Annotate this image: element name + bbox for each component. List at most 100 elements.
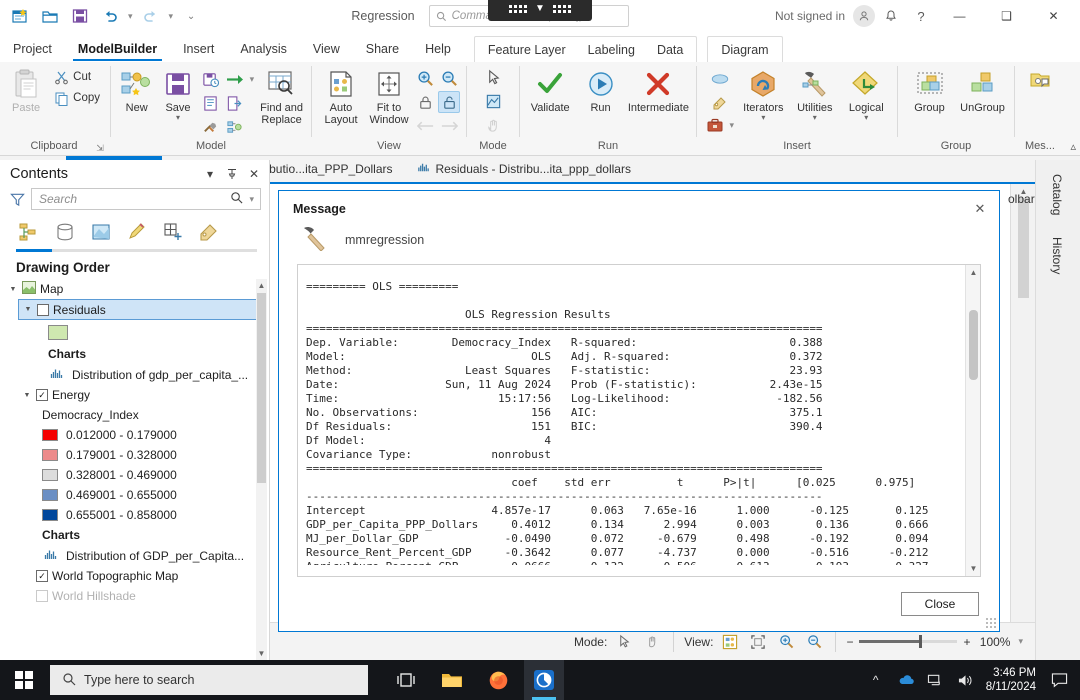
list-by-selection-icon[interactable] — [88, 219, 114, 245]
ribbon-tab-insert[interactable]: Insert — [170, 38, 227, 62]
cut-button[interactable]: Cut — [50, 67, 104, 87]
undo-dropdown-icon[interactable]: ▾ — [126, 11, 135, 22]
view-tab-residuals-chart[interactable]: Residuals - Distribu...ita_ppp_dollars — [405, 156, 643, 182]
pan-hand-icon[interactable] — [641, 631, 663, 653]
ribbon-tab-data[interactable]: Data — [646, 40, 694, 62]
search-icon[interactable] — [230, 191, 243, 207]
find-and-replace-button[interactable]: Find and Replace — [258, 66, 305, 128]
collapse-icon[interactable]: ▾ — [201, 165, 219, 183]
start-button[interactable] — [0, 660, 48, 700]
redo-dropdown-icon[interactable]: ▾ — [167, 11, 176, 22]
unlock-icon[interactable] — [438, 91, 460, 113]
filter-funnel-icon[interactable] — [8, 192, 26, 207]
scrollbar-thumb[interactable] — [969, 310, 978, 380]
copy-button[interactable]: Copy — [50, 88, 104, 108]
variable-icon[interactable] — [709, 68, 731, 90]
pan-hand-icon[interactable] — [482, 114, 504, 136]
clipboard-dialog-launcher[interactable]: ⇲ — [94, 142, 106, 154]
avatar[interactable] — [853, 5, 875, 27]
ribbon-tab-diagram[interactable]: Diagram — [710, 40, 779, 62]
run-button[interactable]: Run — [576, 66, 624, 116]
expand-triangle-icon[interactable]: ▼ — [22, 392, 32, 399]
ribbon-tab-feature-layer[interactable]: Feature Layer — [477, 40, 577, 62]
insert-dropdown-icon[interactable]: ▾ — [728, 120, 737, 131]
messages-icon[interactable] — [1027, 68, 1053, 94]
tree-item-basemap[interactable]: ✓ World Topographic Map — [18, 566, 269, 586]
scroll-up-icon[interactable]: ▲ — [966, 265, 981, 280]
taskbar-clock[interactable]: 3:46 PM 8/11/2024 — [986, 666, 1036, 694]
select-pointer-icon[interactable] — [482, 66, 504, 88]
utilities-dropdown-icon[interactable]: ▾ — [813, 114, 817, 121]
ribbon-tab-labeling[interactable]: Labeling — [577, 40, 646, 62]
intermediate-button[interactable]: Intermediate — [627, 66, 690, 116]
back-arrow-icon[interactable] — [414, 115, 436, 137]
layer-visibility-checkbox[interactable] — [36, 590, 48, 602]
save-model-button[interactable]: Save ▾ — [158, 66, 197, 123]
action-center-icon[interactable] — [1046, 667, 1072, 693]
residuals-chart-item[interactable]: Distribution of gdp_per_capita_... — [4, 364, 269, 385]
layer-visibility-checkbox[interactable]: ✓ — [36, 389, 48, 401]
lock-icon[interactable] — [414, 91, 436, 113]
ribbon-tab-project[interactable]: Project — [0, 38, 65, 62]
close-button[interactable]: Close — [901, 592, 979, 616]
fit-to-window-button[interactable]: Fit to Window — [366, 66, 412, 128]
zoom-out-button[interactable]: − — [846, 635, 853, 649]
message-output-area[interactable]: ========= OLS ========= OLS Regression R… — [297, 264, 981, 577]
diagram-view-icon[interactable] — [719, 631, 741, 653]
tree-item-map[interactable]: ▼ Map — [4, 279, 269, 299]
logical-dropdown-icon[interactable]: ▾ — [864, 114, 868, 121]
export-model-icon[interactable] — [224, 92, 246, 114]
canvas-vertical-scrollbar[interactable]: ▲ — [1010, 184, 1035, 622]
arcgis-pro-icon[interactable] — [524, 660, 564, 700]
iterators-button[interactable]: Iterators ▾ — [739, 66, 788, 123]
show-hidden-icons-icon[interactable]: ^ — [866, 670, 886, 690]
search-input[interactable]: Search ▾ — [31, 188, 261, 210]
report-icon[interactable] — [200, 92, 222, 114]
file-explorer-icon[interactable] — [432, 660, 472, 700]
contents-tree-scrollbar[interactable]: ▲ ▼ — [256, 279, 267, 660]
zoom-in-button[interactable]: + — [963, 635, 970, 649]
label-icon[interactable] — [709, 91, 731, 113]
forward-arrow-icon[interactable] — [438, 115, 460, 137]
ungroup-button[interactable]: UnGroup — [957, 66, 1008, 116]
save-as-icon[interactable] — [200, 68, 222, 90]
notifications-bell-icon[interactable] — [877, 3, 905, 29]
select-pointer-icon[interactable] — [613, 631, 635, 653]
task-view-icon[interactable] — [386, 660, 426, 700]
paste-button[interactable]: Paste — [4, 66, 48, 116]
fit-view-icon[interactable] — [747, 631, 769, 653]
scroll-down-icon[interactable]: ▼ — [256, 647, 267, 660]
expand-triangle-icon[interactable]: ▼ — [8, 286, 18, 293]
dock-tab-history[interactable]: History — [1050, 229, 1064, 282]
scroll-down-icon[interactable]: ▼ — [966, 561, 981, 576]
layer-visibility-checkbox[interactable] — [37, 304, 49, 316]
tree-item-energy[interactable]: ▼ ✓ Energy — [18, 385, 269, 405]
save-dropdown-icon[interactable]: ▾ — [176, 114, 180, 121]
tree-item-partial[interactable]: World Hillshade — [18, 586, 269, 606]
dock-tab-catalog[interactable]: Catalog — [1050, 166, 1064, 223]
validate-button[interactable]: Validate — [526, 66, 574, 116]
list-by-snapping-icon[interactable] — [160, 219, 186, 245]
tools-icon[interactable] — [200, 116, 222, 138]
layer-visibility-checkbox[interactable]: ✓ — [36, 570, 48, 582]
close-icon[interactable]: ✕ — [969, 199, 991, 219]
energy-chart-item[interactable]: Distribution of GDP_per_Capita... — [4, 545, 269, 566]
search-dropdown-icon[interactable]: ▾ — [247, 194, 256, 205]
tree-item-residuals[interactable]: ▼ Residuals — [18, 299, 259, 320]
message-output-scrollbar[interactable]: ▲ ▼ — [965, 265, 980, 576]
ribbon-tab-view[interactable]: View — [300, 38, 353, 62]
group-button[interactable]: Group — [904, 66, 955, 116]
list-by-editing-icon[interactable] — [124, 219, 150, 245]
new-model-button[interactable]: New — [117, 66, 156, 116]
list-by-drawing-order-icon[interactable] — [16, 219, 42, 245]
scrollbar-thumb[interactable] — [257, 293, 266, 483]
ribbon-tab-help[interactable]: Help — [412, 38, 464, 62]
onedrive-icon[interactable] — [896, 670, 916, 690]
collapse-ribbon-icon[interactable]: ▵ — [1070, 140, 1076, 153]
list-by-data-source-icon[interactable] — [52, 219, 78, 245]
auto-layout-button[interactable]: Auto Layout — [318, 66, 364, 128]
save-project-icon[interactable] — [66, 3, 94, 29]
volume-icon[interactable] — [956, 670, 976, 690]
run-dropdown-icon[interactable]: ▾ — [248, 74, 257, 85]
iterators-dropdown-icon[interactable]: ▾ — [761, 114, 765, 121]
